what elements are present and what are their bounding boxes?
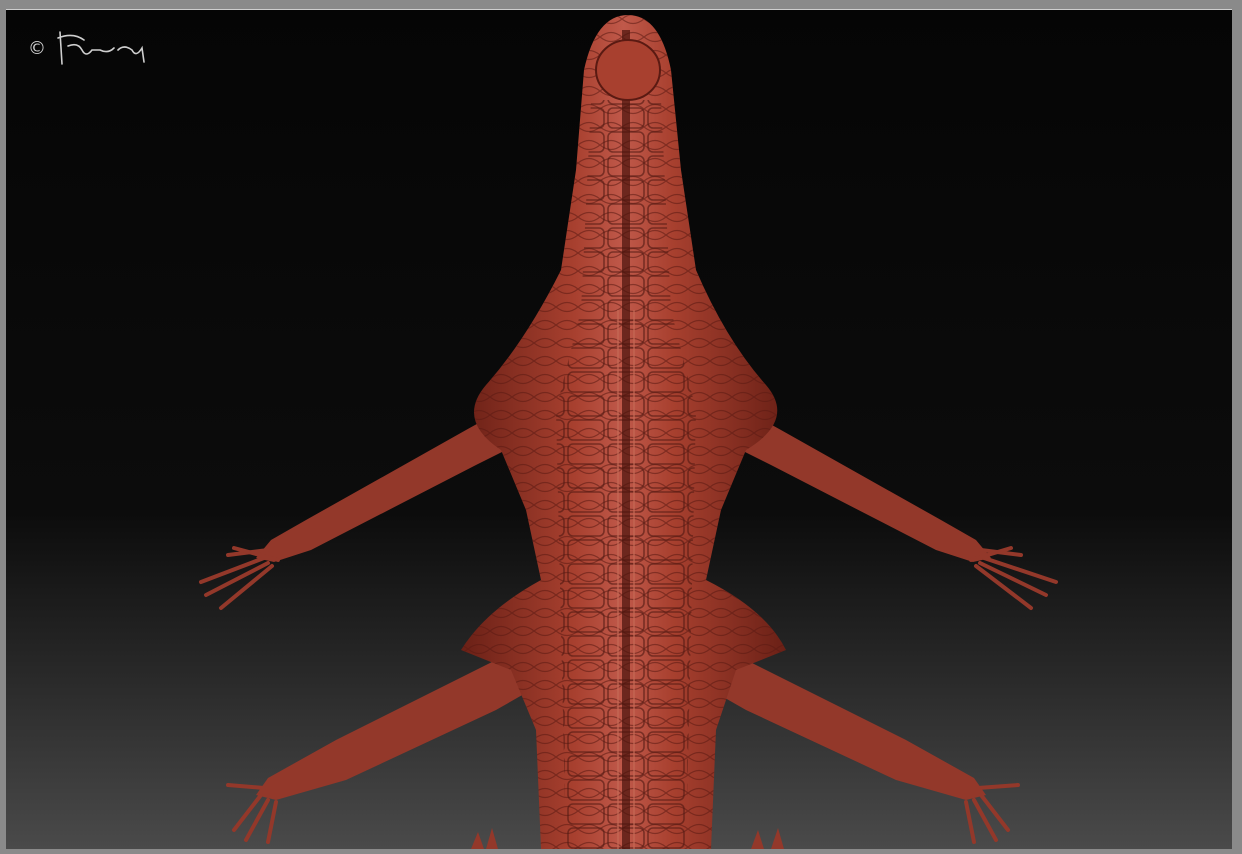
signature-mark: © [28, 31, 145, 65]
creature-render [199, 15, 1058, 849]
render-viewport: © [6, 9, 1232, 849]
copyright-symbol: © [28, 38, 46, 59]
window-frame: © [0, 0, 1242, 854]
signature: © [28, 24, 158, 78]
head-top [595, 39, 661, 101]
handwritten-signature [57, 31, 145, 65]
